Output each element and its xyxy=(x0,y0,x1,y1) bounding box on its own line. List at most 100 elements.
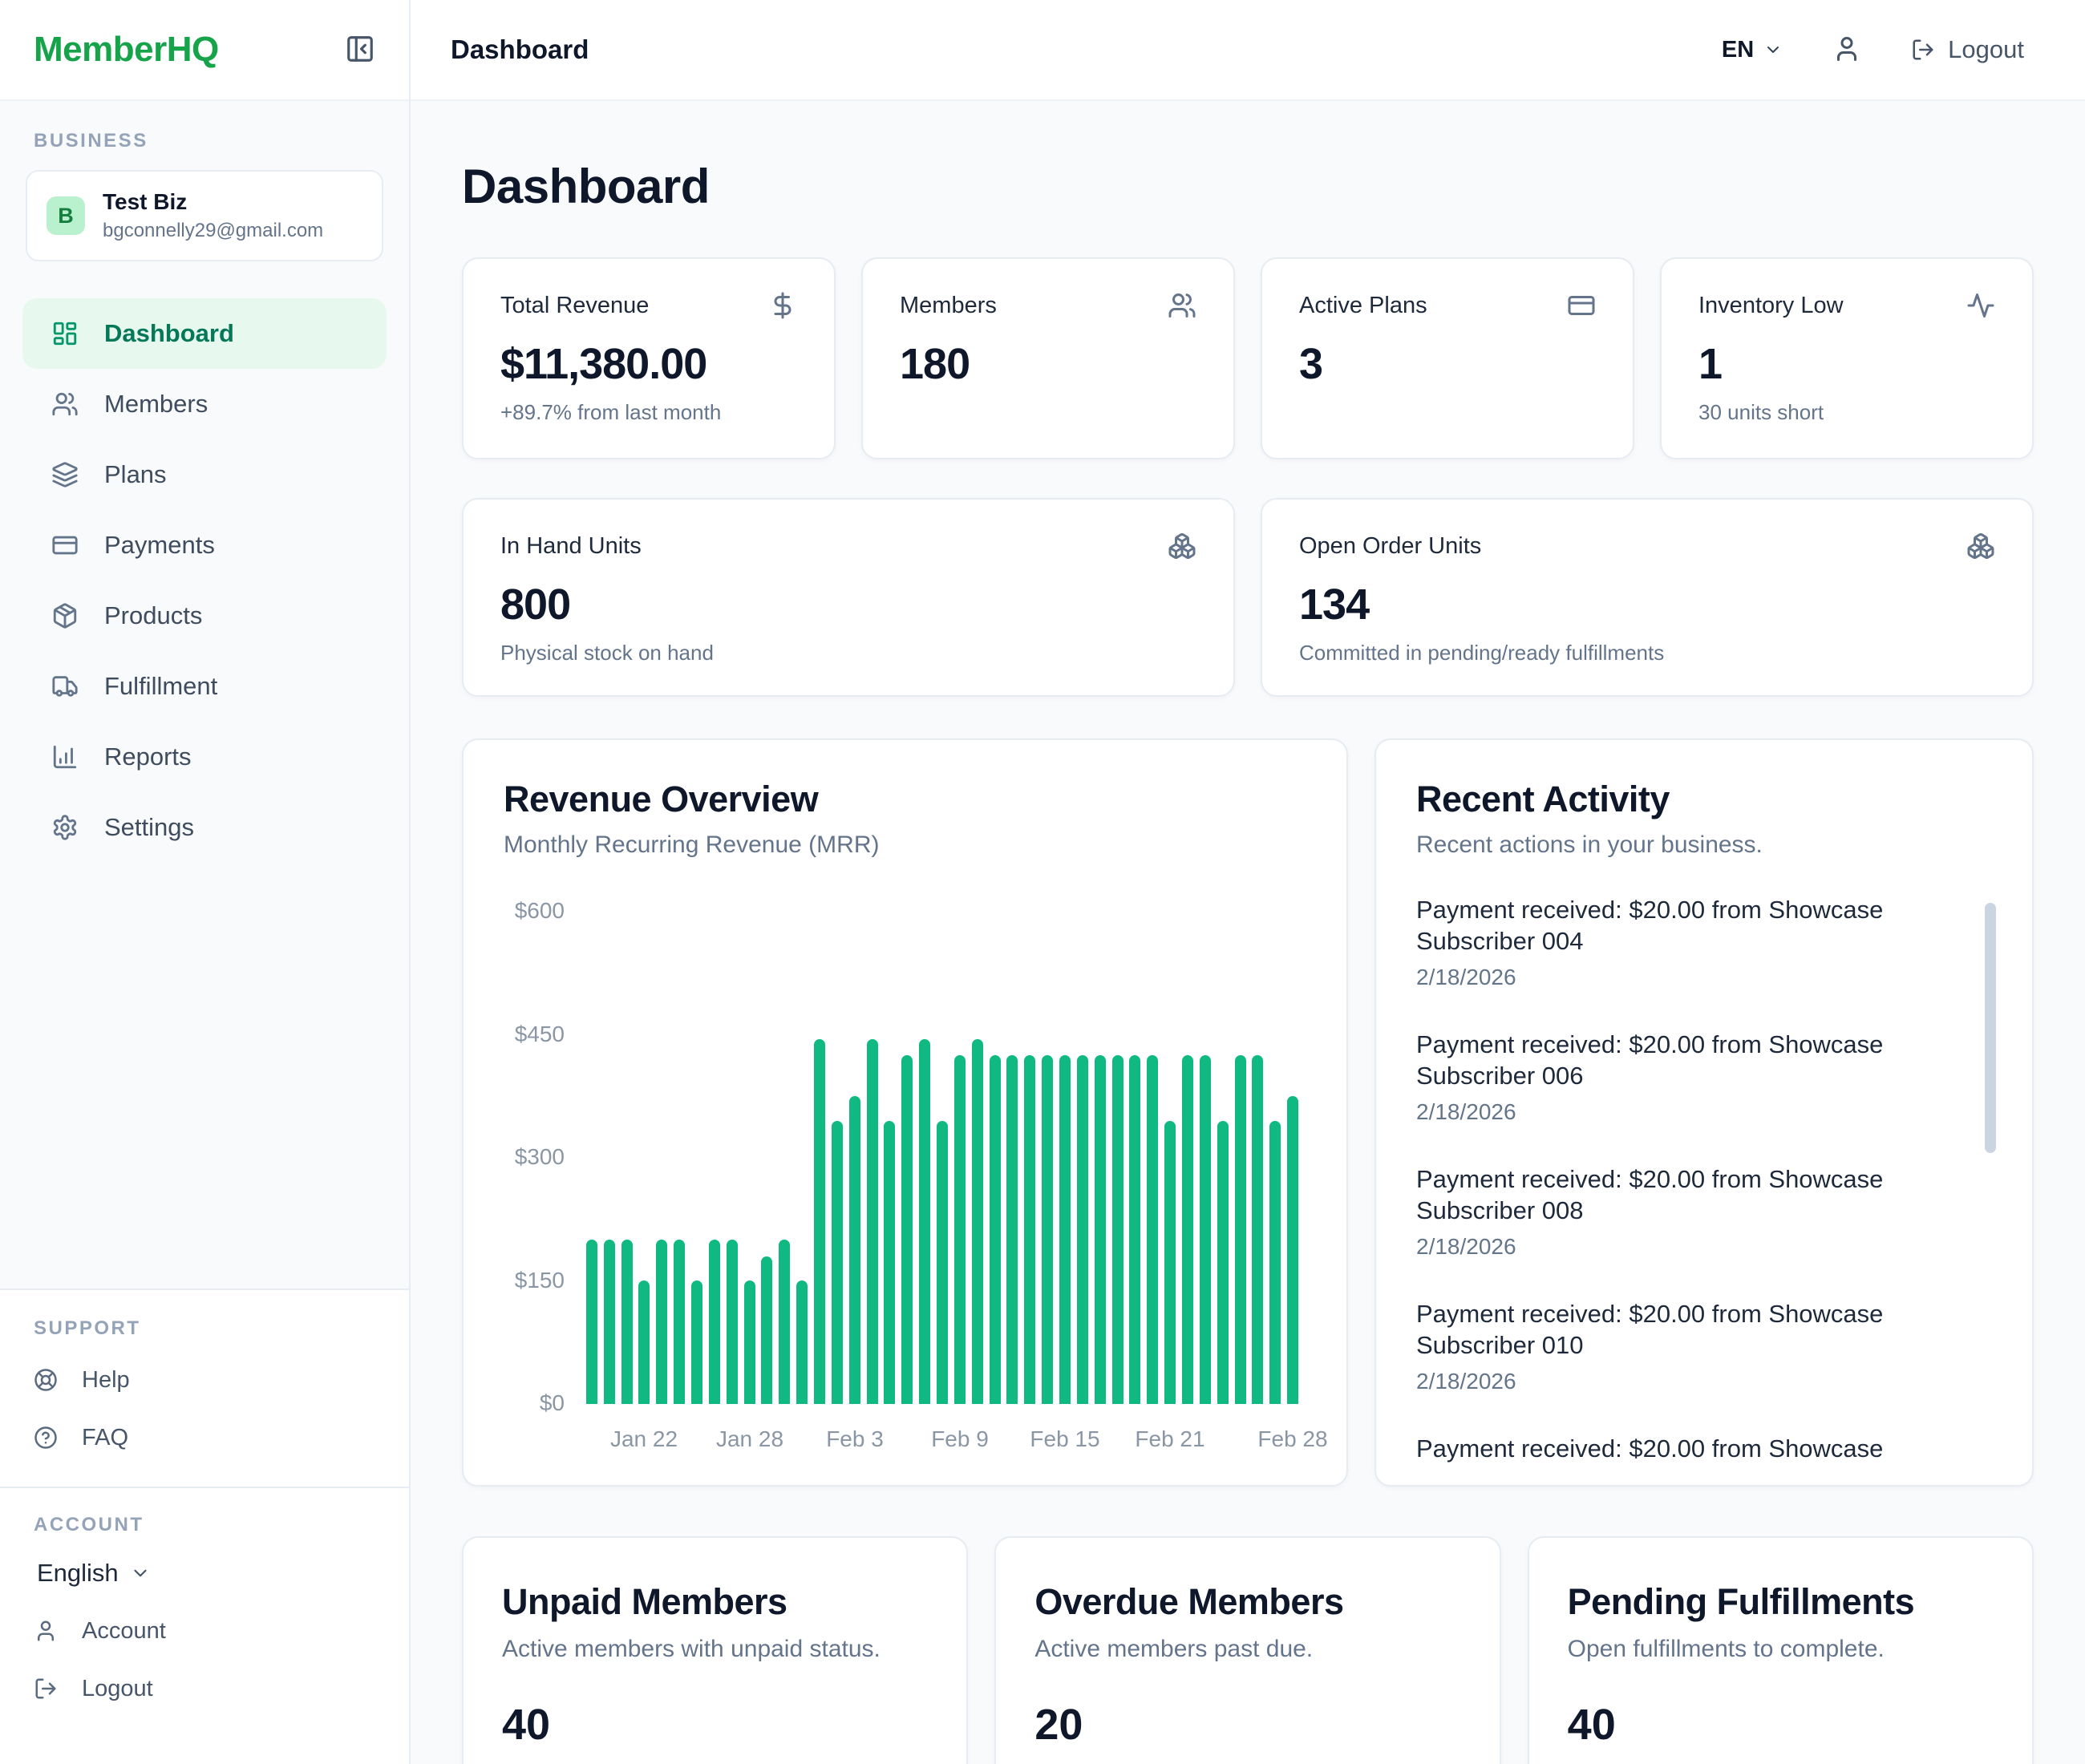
y-axis-tick: $150 xyxy=(504,1268,565,1293)
bar-feb-22 xyxy=(1182,1055,1193,1404)
activity-date: 2/18/2026 xyxy=(1416,1099,1992,1125)
mrr-bar-chart: $0$150$300$450$600Jan 22Jan 28Feb 3Feb 9… xyxy=(504,888,1306,1449)
bars-layer xyxy=(583,912,1302,1404)
sidebar-item-help[interactable]: Help xyxy=(0,1351,409,1409)
bar-feb-26 xyxy=(1252,1055,1263,1404)
business-email: bgconnelly29@gmail.com xyxy=(103,220,323,242)
summary-card-overdue-members: Overdue Members Active members past due.… xyxy=(994,1536,1500,1764)
sidebar-item-plans[interactable]: Plans xyxy=(22,439,387,510)
business-meta: Test Biz bgconnelly29@gmail.com xyxy=(103,189,323,242)
y-axis-tick: $600 xyxy=(504,898,565,924)
bar-feb-17 xyxy=(1095,1055,1106,1404)
activity-date: 2/18/2026 xyxy=(1416,1369,1992,1394)
sidebar-item-settings[interactable]: Settings xyxy=(22,792,387,863)
sidebar-item-logout[interactable]: Logout xyxy=(0,1660,409,1717)
summary-value: 40 xyxy=(1568,1700,1994,1750)
activity-text: Payment received: $20.00 from Showcase S… xyxy=(1416,1029,1970,1091)
activity-date: 2/18/2026 xyxy=(1416,1234,1992,1260)
dashboard-icon xyxy=(51,320,79,347)
sidebar-item-members[interactable]: Members xyxy=(22,369,387,439)
bar-feb-28 xyxy=(1287,1096,1298,1404)
sidebar-item-dashboard[interactable]: Dashboard xyxy=(22,298,387,369)
sidebar-item-fulfillment[interactable]: Fulfillment xyxy=(22,651,387,722)
bar-feb-1 xyxy=(814,1039,825,1404)
activity-item: Payment received: $20.00 from Showcase S… xyxy=(1416,894,1992,990)
stat-label: Open Order Units xyxy=(1299,533,1481,560)
language-select-label: English xyxy=(37,1559,119,1588)
x-axis-tick: Jan 28 xyxy=(702,1426,798,1452)
activity-item: Payment received: $20.00 from Showcase xyxy=(1416,1433,1992,1464)
stats-row-2: In Hand Units 800 Physical stock on hand… xyxy=(462,498,2034,697)
business-section-label: BUSINESS xyxy=(0,130,409,152)
page-title: Dashboard xyxy=(462,159,2034,214)
y-axis-tick: $0 xyxy=(504,1390,565,1416)
account-list: Account Logout xyxy=(0,1602,409,1717)
credit-card-icon xyxy=(51,532,79,559)
stat-value: 180 xyxy=(900,339,1196,389)
sidebar-header: MemberHQ xyxy=(0,0,409,101)
brand-logo: MemberHQ xyxy=(34,30,219,70)
bar-feb-20 xyxy=(1147,1055,1158,1404)
chart-subtitle: Monthly Recurring Revenue (MRR) xyxy=(504,831,1306,859)
bar-feb-18 xyxy=(1112,1055,1123,1404)
summary-subtitle: Open fulfillments to complete. xyxy=(1568,1636,1994,1663)
bar-feb-9 xyxy=(954,1055,966,1404)
gear-icon xyxy=(51,814,79,841)
activity-date: 2/18/2026 xyxy=(1416,965,1992,990)
activity-item: Payment received: $20.00 from Showcase S… xyxy=(1416,1029,1992,1125)
summary-title: Overdue Members xyxy=(1034,1581,1460,1623)
bar-feb-2 xyxy=(832,1121,843,1404)
summary-value: 20 xyxy=(1034,1700,1460,1750)
bar-jan-21 xyxy=(621,1240,633,1404)
bar-jan-30 xyxy=(779,1240,790,1404)
stat-card-in-hand-units: In Hand Units 800 Physical stock on hand xyxy=(462,498,1235,697)
support-section-label: SUPPORT xyxy=(0,1317,409,1340)
users-icon xyxy=(51,390,79,418)
stats-row-1: Total Revenue $11,380.00 +89.7% from las… xyxy=(462,257,2034,459)
header-logout-button[interactable]: Logout xyxy=(1911,35,2024,64)
sidebar-item-account[interactable]: Account xyxy=(0,1602,409,1660)
sidebar-collapse-button[interactable] xyxy=(345,34,375,67)
stat-label: In Hand Units xyxy=(500,533,642,560)
sidebar-item-payments[interactable]: Payments xyxy=(22,510,387,581)
account-section-label: ACCOUNT xyxy=(0,1514,409,1536)
bar-jan-20 xyxy=(604,1240,615,1404)
life-buoy-icon xyxy=(34,1368,58,1392)
bar-feb-12 xyxy=(1006,1055,1018,1404)
bar-feb-27 xyxy=(1269,1121,1281,1404)
activity-subtitle: Recent actions in your business. xyxy=(1416,831,1992,859)
language-select[interactable]: English xyxy=(37,1559,409,1588)
stat-card-total-revenue: Total Revenue $11,380.00 +89.7% from las… xyxy=(462,257,836,459)
header-language-select[interactable]: EN xyxy=(1722,37,1783,63)
x-axis-tick: Feb 21 xyxy=(1122,1426,1218,1452)
stat-value: $11,380.00 xyxy=(500,339,797,389)
x-axis-tick: Feb 9 xyxy=(912,1426,1008,1452)
bar-jan-25 xyxy=(691,1281,702,1404)
summary-value: 40 xyxy=(502,1700,928,1750)
bar-feb-23 xyxy=(1200,1055,1211,1404)
sidebar-item-products[interactable]: Products xyxy=(22,581,387,651)
stat-value: 800 xyxy=(500,580,1196,629)
sidebar-item-faq[interactable]: FAQ xyxy=(0,1409,409,1467)
stat-label: Members xyxy=(900,293,997,319)
activity-scrollbar[interactable] xyxy=(1985,903,1996,1153)
logout-icon xyxy=(34,1677,58,1701)
sidebar-item-reports[interactable]: Reports xyxy=(22,722,387,792)
header-user-button[interactable] xyxy=(1832,34,1861,66)
stat-value: 1 xyxy=(1698,339,1995,389)
summary-subtitle: Active members with unpaid status. xyxy=(502,1636,928,1663)
main-content: Dashboard Total Revenue $11,380.00 +89.7… xyxy=(411,101,2085,1764)
sidebar-support-section: SUPPORT Help FAQ xyxy=(0,1289,409,1487)
sidebar-nav: Dashboard Members Plans Payments Product… xyxy=(0,298,409,863)
summary-title: Unpaid Members xyxy=(502,1581,928,1623)
sidebar: MemberHQ BUSINESS B Test Biz bgconnelly2… xyxy=(0,0,411,1764)
bar-feb-19 xyxy=(1129,1055,1140,1404)
bottom-cards-row: Unpaid Members Active members with unpai… xyxy=(462,1536,2034,1764)
business-card[interactable]: B Test Biz bgconnelly29@gmail.com xyxy=(26,170,383,261)
x-axis-tick: Feb 28 xyxy=(1245,1426,1341,1452)
user-icon xyxy=(34,1619,58,1643)
layers-icon xyxy=(51,461,79,488)
bar-feb-10 xyxy=(972,1039,983,1404)
bar-feb-5 xyxy=(884,1121,895,1404)
bar-jan-24 xyxy=(674,1240,685,1404)
